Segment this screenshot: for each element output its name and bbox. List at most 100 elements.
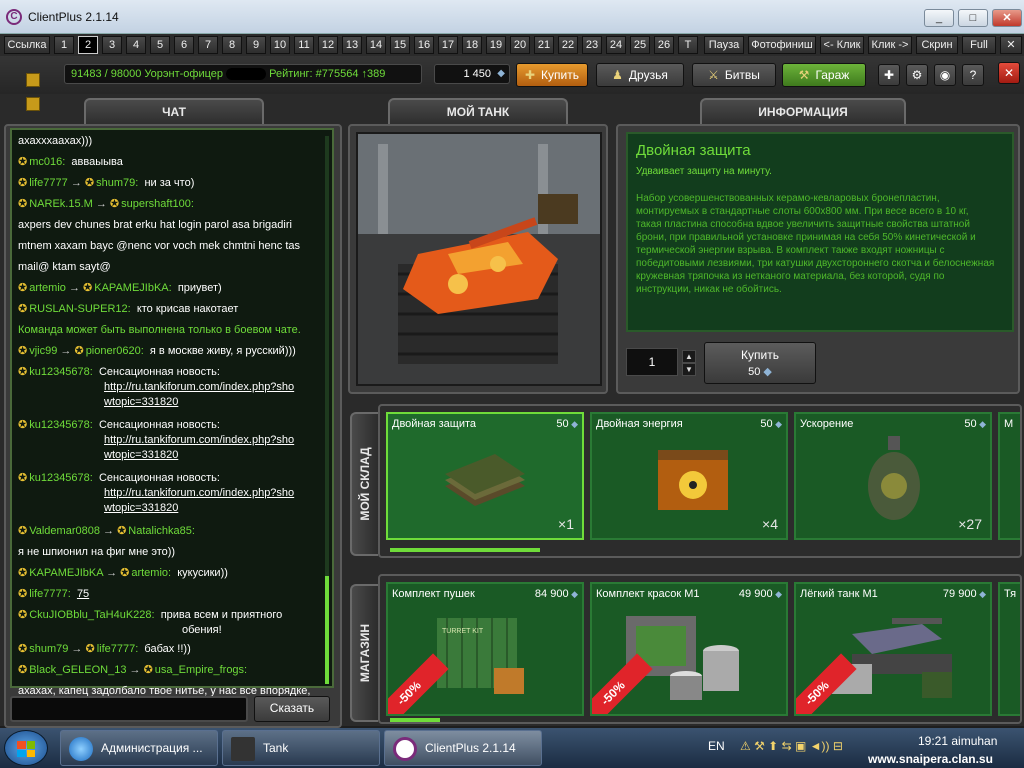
maximize-button[interactable]: □ [958, 9, 988, 27]
tab-number-19[interactable]: 19 [486, 36, 506, 54]
chat-nick[interactable]: KAPAMEJIbKA [29, 567, 103, 579]
help-icon[interactable]: ? [962, 64, 984, 86]
warehouse-scroll-indicator[interactable] [390, 548, 540, 552]
quantity-up-button[interactable]: ▲ [682, 350, 696, 363]
tab-number-14[interactable]: 14 [366, 36, 386, 54]
tab-number-8[interactable]: 8 [222, 36, 242, 54]
warehouse-item[interactable]: Ускорение 50 ×27 [794, 412, 992, 540]
chat-nick[interactable]: vjic99 [29, 345, 57, 357]
chat-nick[interactable]: Valdemar0808 [29, 525, 100, 537]
chat-nick[interactable]: life7777: [29, 588, 71, 600]
photofinish-button[interactable]: Фотофиниш [748, 36, 816, 54]
chat-nick[interactable]: Natalichka85: [128, 525, 195, 537]
chat-nick[interactable]: pioner0620: [86, 345, 144, 357]
menu-square-icon[interactable] [26, 97, 40, 111]
close-window-button[interactable]: ✕ [992, 9, 1022, 27]
shop-item[interactable]: Лёгкий танк М179 900-50% [794, 582, 992, 716]
start-button[interactable] [4, 730, 48, 766]
send-message-button[interactable]: Сказать [254, 696, 330, 722]
tab-number-10[interactable]: 10 [270, 36, 290, 54]
quantity-field[interactable]: 1 [626, 348, 678, 376]
chat-nick[interactable]: artemio: [131, 567, 171, 579]
garage-button[interactable]: ⚒ Гараж [782, 63, 866, 87]
link-button[interactable]: Ссылка [4, 36, 50, 54]
chat-nick[interactable]: artemio [29, 282, 66, 294]
buy-item-button[interactable]: Купить 50 ◆ [704, 342, 816, 384]
tab-number-9[interactable]: 9 [246, 36, 266, 54]
settings-gear-icon[interactable]: ⚙ [906, 64, 928, 86]
chat-link[interactable]: http://ru.tankiforum.com/index.php?sho [104, 486, 294, 501]
pause-button[interactable]: Пауза [704, 36, 744, 54]
tab-number-1[interactable]: 1 [54, 36, 74, 54]
sound-icon[interactable]: ◉ [934, 64, 956, 86]
minimize-button[interactable]: _ [924, 9, 954, 27]
tab-number-12[interactable]: 12 [318, 36, 338, 54]
chat-scrollbar[interactable] [325, 136, 329, 684]
tab-warehouse[interactable]: МОЙ СКЛАД [350, 412, 378, 556]
exit-icon[interactable]: ✕ [998, 62, 1020, 84]
tab-number-15[interactable]: 15 [390, 36, 410, 54]
chat-link[interactable]: wtopic=331820 [104, 395, 178, 410]
chat-nick[interactable]: mc016: [29, 156, 65, 168]
tab-my-tank[interactable]: МОЙ ТАНК [388, 98, 568, 126]
taskbar-item-clientplus[interactable]: ClientPlus 2.1.14 [384, 730, 542, 766]
tab-number-4[interactable]: 4 [126, 36, 146, 54]
tab-number-11[interactable]: 11 [294, 36, 314, 54]
warehouse-item[interactable]: М [998, 412, 1020, 540]
tab-number-24[interactable]: 24 [606, 36, 626, 54]
warehouse-item[interactable]: Двойная защита 50 ×1 [386, 412, 584, 540]
tab-number-3[interactable]: 3 [102, 36, 122, 54]
tab-shop[interactable]: МАГАЗИН [350, 584, 378, 722]
tab-chat[interactable]: ЧАТ [84, 98, 264, 126]
friends-button[interactable]: ♟ Друзья [596, 63, 684, 87]
chat-link[interactable]: wtopic=331820 [104, 501, 178, 516]
tab-number-20[interactable]: 20 [510, 36, 530, 54]
language-indicator[interactable]: EN [708, 739, 725, 753]
fullscreen-button[interactable]: Full [962, 36, 996, 54]
add-friend-icon[interactable]: ✚ [878, 64, 900, 86]
tab-number-T[interactable]: T [678, 36, 698, 54]
screenshot-button[interactable]: Скрин [916, 36, 958, 54]
chat-nick[interactable]: RUSLAN-SUPER12: [29, 303, 130, 315]
shop-scroll-indicator[interactable] [390, 718, 440, 722]
tab-number-7[interactable]: 7 [198, 36, 218, 54]
chat-nick[interactable]: ku12345678: [29, 419, 93, 431]
chat-nick[interactable]: CkuJIOBblu_TaH4uK228: [29, 609, 154, 621]
chat-nick[interactable]: Black_GELEON_13 [29, 664, 126, 676]
tab-number-23[interactable]: 23 [582, 36, 602, 54]
warehouse-item[interactable]: Двойная энергия 50 ×4 [590, 412, 788, 540]
tab-number-26[interactable]: 26 [654, 36, 674, 54]
tab-number-17[interactable]: 17 [438, 36, 458, 54]
tab-number-22[interactable]: 22 [558, 36, 578, 54]
chat-nick[interactable]: usa_Empire_frogs: [155, 664, 247, 676]
tab-number-6[interactable]: 6 [174, 36, 194, 54]
tab-number-2[interactable]: 2 [78, 36, 98, 54]
buy-crystals-button[interactable]: ✚ Купить [516, 63, 588, 87]
taskbar-item-tank[interactable]: Tank [222, 730, 380, 766]
chat-link[interactable]: wtopic=331820 [104, 448, 178, 463]
scrollbar-thumb[interactable] [325, 576, 329, 684]
quantity-down-button[interactable]: ▼ [682, 363, 696, 376]
chat-nick[interactable]: supershaft100: [121, 198, 194, 210]
tab-number-16[interactable]: 16 [414, 36, 434, 54]
tab-number-18[interactable]: 18 [462, 36, 482, 54]
chat-link[interactable]: 75 [77, 588, 89, 600]
tab-number-13[interactable]: 13 [342, 36, 362, 54]
tab-number-21[interactable]: 21 [534, 36, 554, 54]
shop-item[interactable]: Тя [998, 582, 1020, 716]
tab-information[interactable]: ИНФОРМАЦИЯ [700, 98, 906, 126]
chat-nick[interactable]: shum79 [29, 643, 68, 655]
chat-nick[interactable]: life7777 [29, 177, 68, 189]
clock[interactable]: 19:21 aimuhan [918, 734, 997, 748]
tab-number-5[interactable]: 5 [150, 36, 170, 54]
chat-link[interactable]: http://ru.tankiforum.com/index.php?sho [104, 433, 294, 448]
tray-icons[interactable]: ⚠ ⚒ ⬆ ⇆ ▣ ◄)) ⊟ [740, 739, 843, 753]
chat-nick[interactable]: KAPAMEJIbKA: [94, 282, 171, 294]
shop-item[interactable]: Комплект пушек84 900TURRET KIT-50% [386, 582, 584, 716]
click-right-button[interactable]: Клик -> [868, 36, 912, 54]
tab-number-25[interactable]: 25 [630, 36, 650, 54]
chat-nick[interactable]: shum79: [96, 177, 138, 189]
click-left-button[interactable]: <- Клик [820, 36, 864, 54]
chat-nick[interactable]: life7777: [97, 643, 139, 655]
taskbar-item-admin[interactable]: Администрация ... [60, 730, 218, 766]
